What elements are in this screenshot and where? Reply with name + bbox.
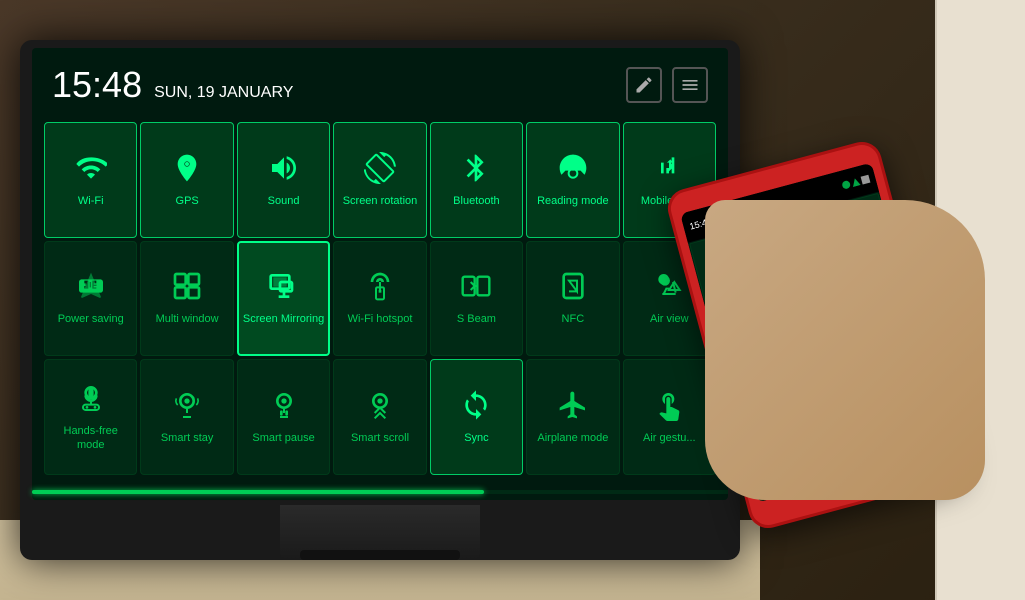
tile-screen-rotation[interactable]: Screen rotation: [333, 122, 426, 238]
bluetooth-label: Bluetooth: [453, 195, 499, 208]
tile-handsfree[interactable]: Hands-free mode: [44, 359, 137, 475]
tile-gps[interactable]: GPS: [140, 122, 233, 238]
tile-wifi[interactable]: Wi-Fi: [44, 122, 137, 238]
smart-pause-icon: [268, 389, 300, 426]
screen-rotation-label: Screen rotation: [343, 195, 418, 208]
multi-window-icon: [171, 270, 203, 307]
airplane-mode-label: Airplane mode: [537, 432, 608, 445]
airplane-mode-icon: [557, 389, 589, 426]
nfc-icon: [557, 270, 589, 307]
tile-wifi-hotspot[interactable]: Wi-Fi hotspot: [333, 241, 426, 357]
screen-rotation-icon: [364, 152, 396, 189]
tile-s-beam[interactable]: S Beam: [430, 241, 523, 357]
wifi-hotspot-label: Wi-Fi hotspot: [348, 313, 413, 326]
screen-mirroring-label: Screen Mirroring: [243, 313, 324, 326]
date-label: SUN, 19 JANUARY: [154, 84, 293, 102]
reading-mode-icon: [557, 152, 589, 189]
tile-sound[interactable]: Sound: [237, 122, 330, 238]
sync-icon: [460, 389, 492, 426]
nfc-label: NFC: [562, 313, 585, 326]
smart-stay-icon: [171, 389, 203, 426]
sound-label: Sound: [268, 195, 300, 208]
smart-scroll-label: Smart scroll: [351, 432, 409, 445]
tv-stand: [280, 505, 480, 560]
handsfree-label: Hands-free mode: [49, 425, 132, 451]
power-saving-label: Power saving: [58, 313, 124, 326]
menu-icon-button[interactable]: [672, 67, 708, 103]
screen-mirroring-icon: [268, 270, 300, 307]
tile-smart-scroll[interactable]: Smart scroll: [333, 359, 426, 475]
smart-scroll-icon: [364, 389, 396, 426]
s-beam-label: S Beam: [457, 313, 496, 326]
tile-power-saving[interactable]: Power saving: [44, 241, 137, 357]
wifi-icon: [75, 152, 107, 189]
tile-smart-pause[interactable]: Smart pause: [237, 359, 330, 475]
sync-label: Sync: [464, 432, 488, 445]
gps-icon: [171, 152, 203, 189]
tile-smart-stay[interactable]: Smart stay: [140, 359, 233, 475]
clock: 15:48: [52, 64, 142, 106]
wifi-label: Wi-Fi: [78, 195, 104, 208]
tile-bluetooth[interactable]: Bluetooth: [430, 122, 523, 238]
tile-sync[interactable]: Sync: [430, 359, 523, 475]
smart-pause-label: Smart pause: [252, 432, 314, 445]
hand-area: 15:48 ⊕ ◎ ♪ ↺ ✦ ▣ ⊞ ⊟: [605, 100, 985, 500]
multi-window-label: Multi window: [156, 313, 219, 326]
bluetooth-icon: [460, 152, 492, 189]
reading-mode-label: Reading mode: [537, 195, 609, 208]
status-icons-area: [626, 67, 708, 103]
progress-bar: [32, 490, 484, 494]
power-saving-icon: [75, 270, 107, 307]
gps-label: GPS: [176, 195, 199, 208]
time-date-area: 15:48 SUN, 19 JANUARY: [52, 64, 293, 106]
edit-icon-button[interactable]: [626, 67, 662, 103]
sound-icon: [268, 152, 300, 189]
smart-stay-label: Smart stay: [161, 432, 214, 445]
wifi-hotspot-icon: [364, 270, 396, 307]
hand: [705, 200, 985, 500]
s-beam-icon: [460, 270, 492, 307]
handsfree-icon: [75, 382, 107, 419]
tile-screen-mirroring[interactable]: Screen Mirroring: [237, 241, 330, 357]
tile-multi-window[interactable]: Multi window: [140, 241, 233, 357]
